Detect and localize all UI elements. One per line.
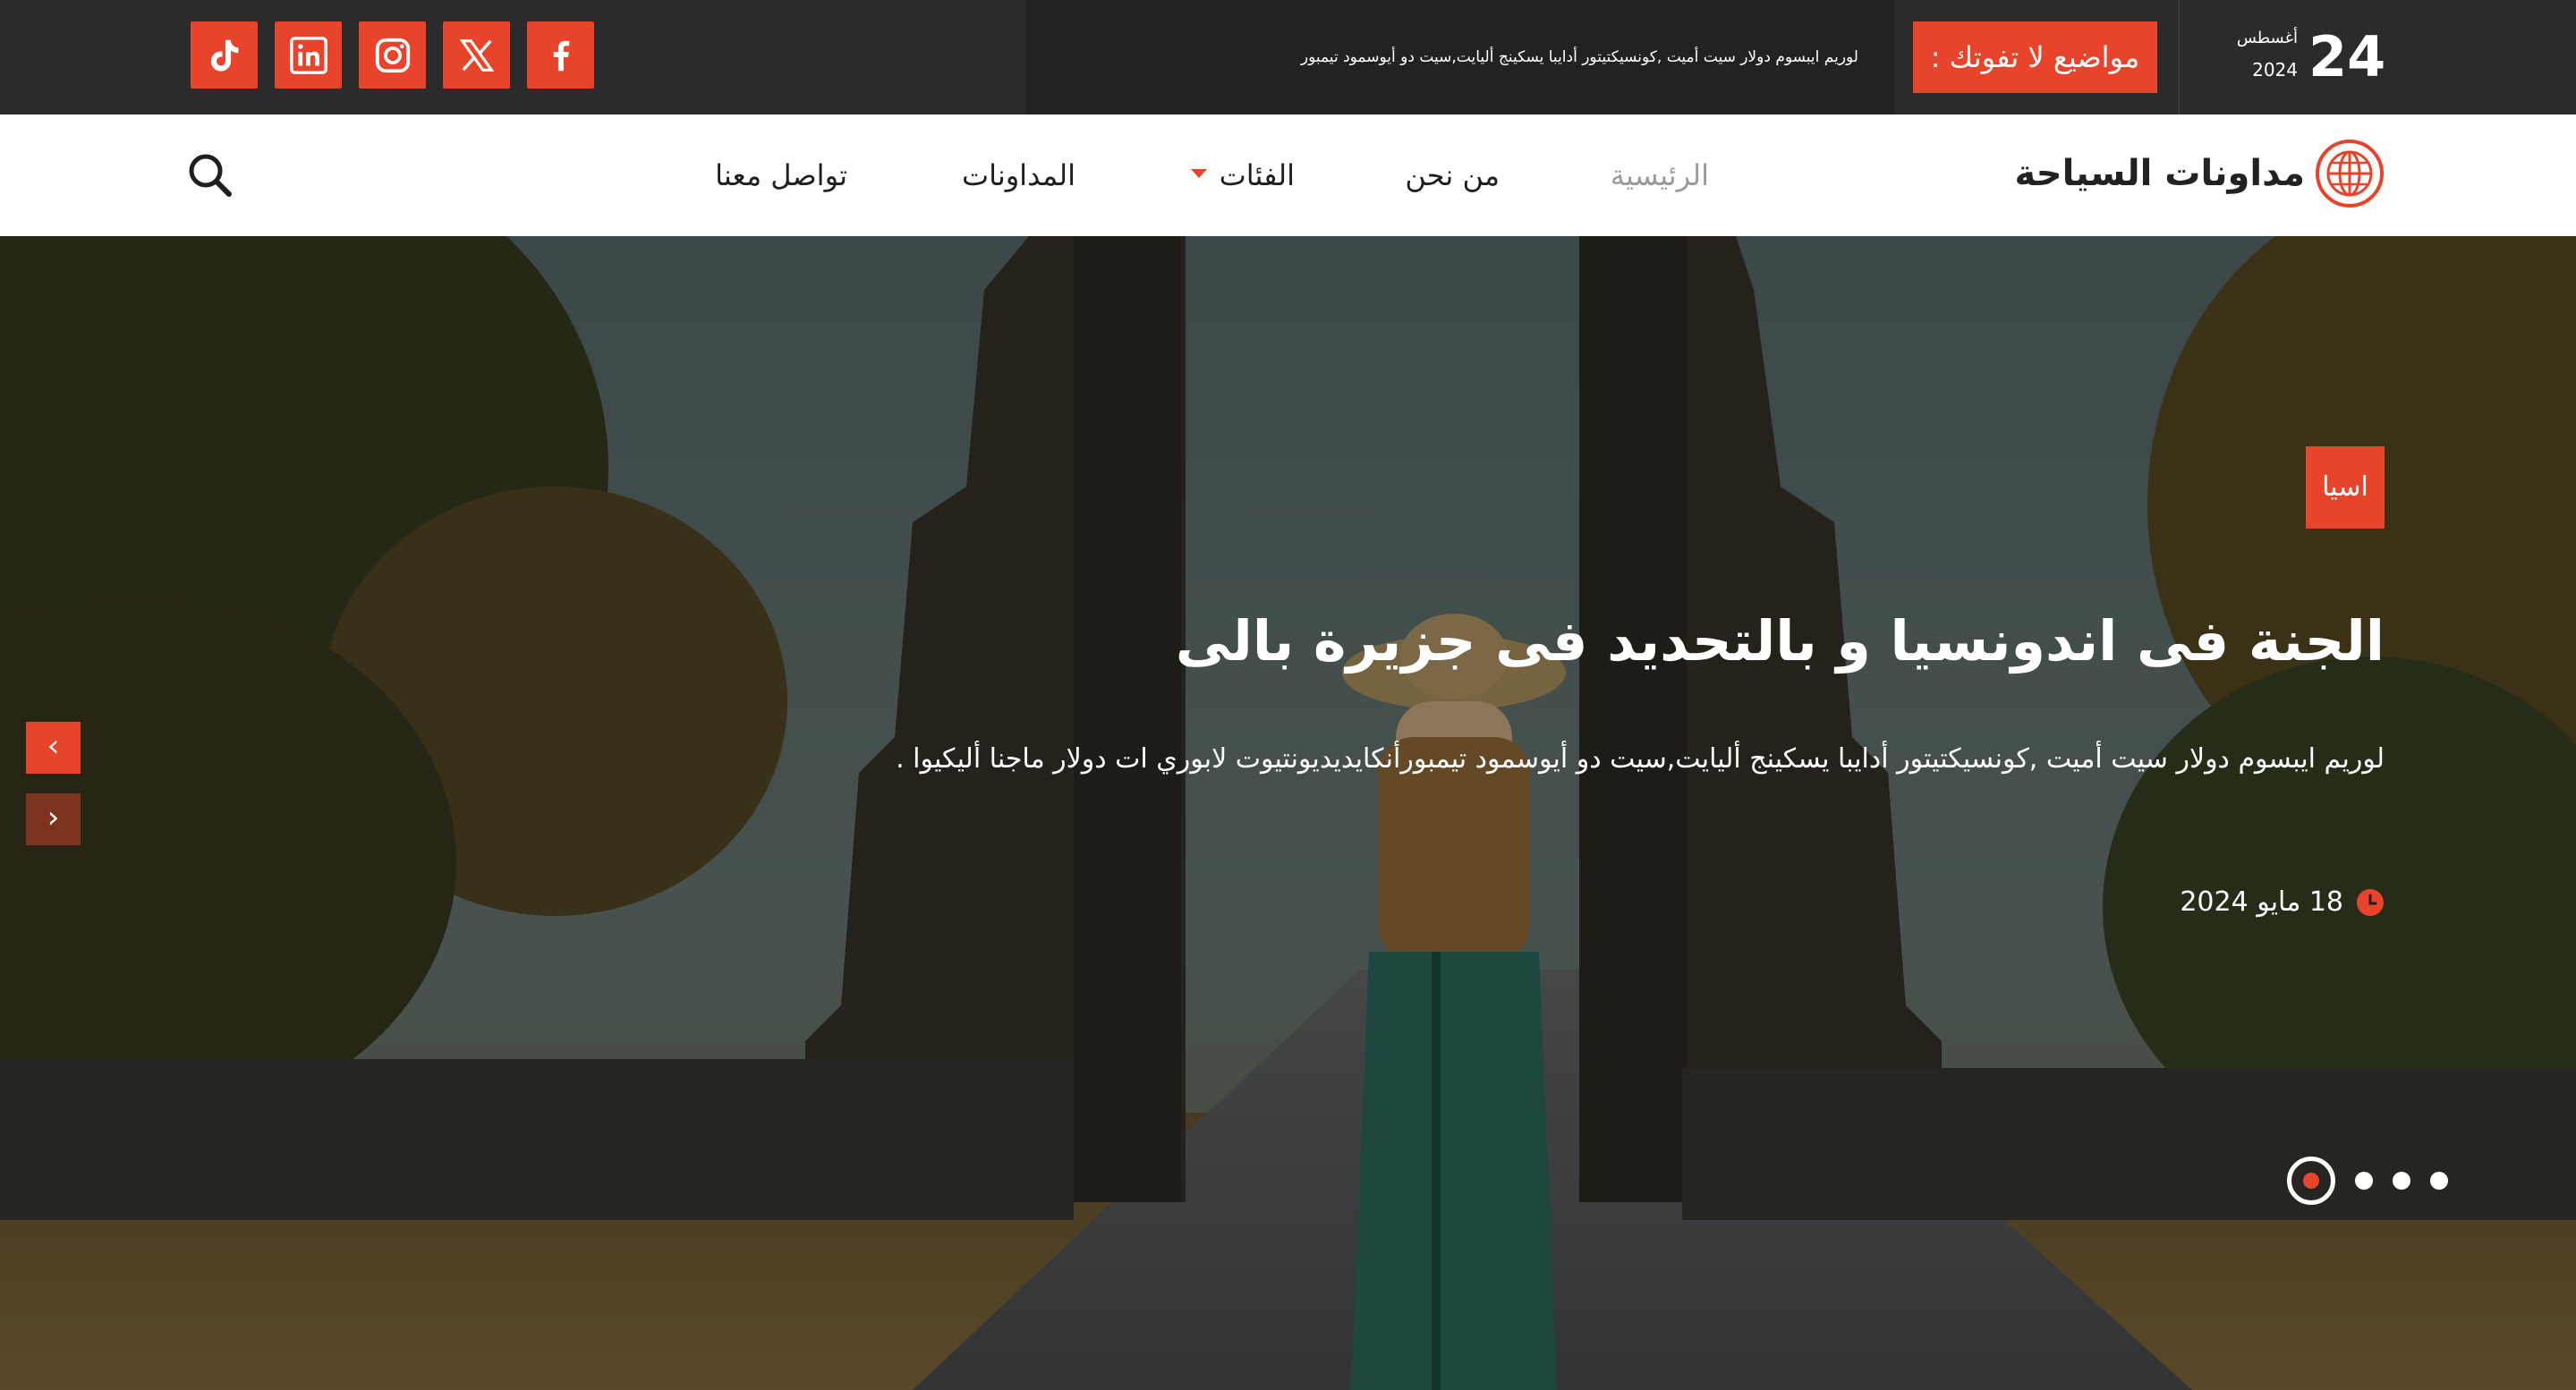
date-day: 24 [2308,24,2386,89]
slider-prev-button[interactable]: ‹ [26,722,81,774]
search-icon[interactable] [183,148,237,202]
linkedin-icon[interactable] [275,21,342,89]
main-navigation: مداونات السياحة الرئيسية من نحن الفئات ا… [0,114,2576,236]
chevron-down-icon [1190,169,1207,178]
date-year: 2024 [2252,59,2298,81]
category-badge[interactable]: اسيا [2306,446,2385,529]
nav-categories[interactable]: الفئات [1190,114,1295,236]
ticker-text[interactable]: لوريم ايبسوم دولار سيت أميت ,كونسيكتيتور… [1301,0,1858,114]
clock-icon [2357,889,2384,916]
slider-dot-2[interactable] [2355,1172,2373,1190]
instagram-icon[interactable] [359,21,426,89]
hero-slider: اسيا الجنة فى اندونسيا و بالتحديد فى جزي… [0,236,2576,1390]
nav-contact[interactable]: تواصل معنا [715,114,847,236]
tiktok-icon[interactable] [191,21,258,89]
hero-title[interactable]: الجنة فى اندونسيا و بالتحديد فى جزيرة با… [1176,597,2385,686]
facebook-icon[interactable] [527,21,594,89]
nav-about[interactable]: من نحن [1405,114,1500,236]
nav-home[interactable]: الرئيسية [1611,114,1709,236]
top-bar: لوريم ايبسوم دولار سيت أميت ,كونسيكتيتور… [0,0,2576,114]
x-icon[interactable] [443,21,510,89]
globe-logo-icon [2316,140,2384,208]
news-ticker: لوريم ايبسوم دولار سيت أميت ,كونسيكتيتور… [1026,0,1894,114]
nav-categories-label: الفئات [1219,158,1295,192]
slider-pagination [2287,1157,2448,1205]
post-date-text: 18 مايو 2024 [2180,886,2343,918]
slider-next-button[interactable]: › [26,793,81,845]
divider [2178,0,2180,114]
slider-dot-1[interactable] [2287,1157,2335,1205]
hero-overlay [0,236,2576,1390]
logo-text: مداونات السياحة [2014,153,2305,194]
hero-excerpt: لوريم ايبسوم دولار سيت أميت ,كونسيكتيتور… [896,743,2385,775]
nav-blogs[interactable]: المداونات [962,114,1075,236]
slider-dot-3[interactable] [2393,1172,2410,1190]
site-logo[interactable]: مداونات السياحة [2015,138,2385,209]
post-date: 18 مايو 2024 [2180,880,2385,925]
dont-miss-label: مواضيع لا تفوتك : [1913,21,2157,93]
date-month: أغسطس [2236,29,2298,47]
slider-dot-4[interactable] [2430,1172,2448,1190]
